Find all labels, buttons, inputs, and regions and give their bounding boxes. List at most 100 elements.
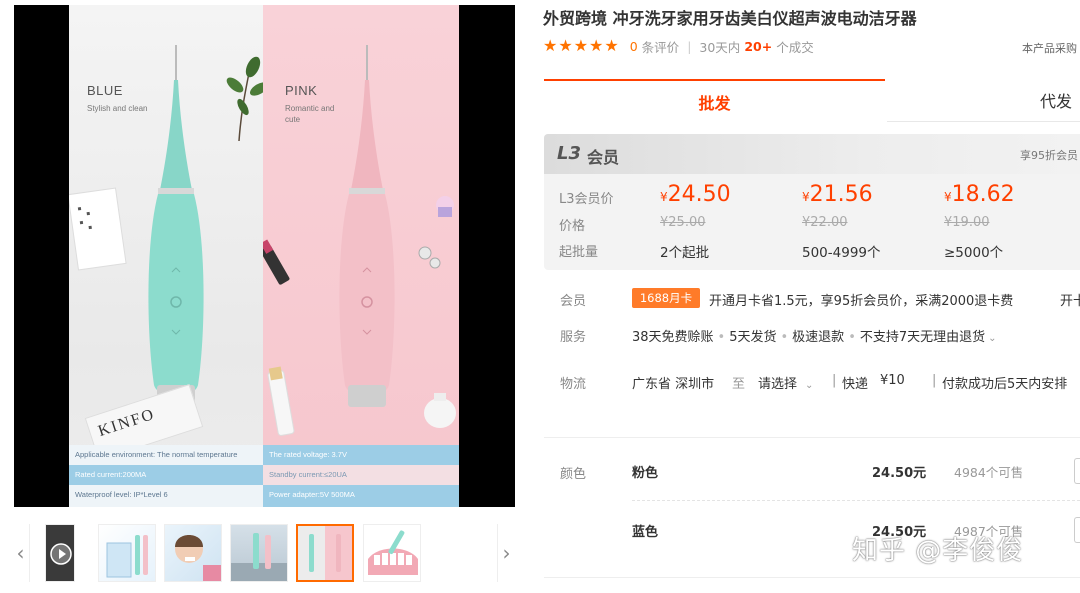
- tier-3-original-price: ¥19.00: [944, 215, 990, 230]
- quantity-stepper[interactable]: [1074, 517, 1080, 543]
- destination-value[interactable]: 请选择: [758, 377, 797, 392]
- gallery-next-button[interactable]: ›: [497, 524, 515, 582]
- currency-symbol: ¥: [944, 190, 952, 204]
- model-photo-icon: [175, 535, 221, 581]
- thumbnail-teeth[interactable]: [363, 524, 421, 582]
- blue-toothbrush-image: [148, 45, 204, 407]
- express-fee: ¥10: [880, 373, 905, 388]
- service-refund[interactable]: 极速退款: [792, 330, 844, 345]
- thumbnail-video[interactable]: [45, 524, 75, 582]
- currency-symbol: ¥: [802, 190, 810, 204]
- spec-power-adapter: Power adapter:5V 500MA: [263, 485, 459, 507]
- tier-1-price-value: 24.50: [667, 182, 731, 207]
- member-price-label: L3会员价: [559, 192, 614, 207]
- teapot-decoration-icon: [424, 393, 456, 428]
- tab-wholesale[interactable]: 批发: [544, 79, 885, 122]
- member-header: L3 会员 享95折会员: [544, 134, 1080, 174]
- service-list: 38天免费赊账 • 5天发货 • 极速退款 • 不支持7天无理由退货 ⌄: [632, 326, 997, 345]
- section-divider: [544, 577, 1080, 578]
- chevron-right-icon: ›: [502, 541, 511, 565]
- thumbnail-scene[interactable]: [230, 524, 288, 582]
- earring-decoration-icon: [418, 246, 441, 269]
- teeth-photo-icon: [368, 530, 418, 575]
- open-card-link[interactable]: 开卡: [1060, 290, 1080, 309]
- tier-1-member-price: ¥24.50: [660, 182, 731, 207]
- service-credit[interactable]: 38天免费赊账: [632, 330, 714, 345]
- gallery-prev-button[interactable]: ‹: [12, 524, 30, 582]
- blue-variant-panel: BLUE Stylish and clean KINFO Applicable …: [69, 5, 263, 507]
- thumbnail-box[interactable]: [98, 524, 156, 582]
- star-icon: ★: [543, 36, 558, 55]
- chevron-down-icon[interactable]: ⌄: [805, 380, 813, 391]
- tier-3-price-value: 18.62: [951, 182, 1015, 207]
- cupcake-decoration-icon: [436, 196, 454, 217]
- spec-environment: Applicable environment: The normal tempe…: [69, 445, 263, 465]
- product-box-icon: [106, 535, 148, 578]
- tier-2-batch: 500-4999个: [802, 245, 881, 261]
- member-row-label: 会员: [560, 294, 587, 309]
- perfume-decoration-icon: [267, 366, 295, 436]
- monthly-card-badge[interactable]: 1688月卡: [632, 288, 700, 308]
- ship-to-label: 至: [732, 377, 746, 392]
- sku-pink-stock: 4984个可售: [954, 465, 1024, 480]
- scene-photo-icon: [231, 533, 287, 581]
- magazine-title: KINFO: [96, 405, 158, 441]
- star-icon: ★: [589, 36, 604, 55]
- dot-separator: •: [848, 330, 856, 345]
- monthly-card-text: 开通月卡省1.5元，享95折会员价，采满2000退卡费: [709, 294, 1014, 309]
- play-icon: [50, 543, 72, 565]
- divider: |: [832, 373, 837, 388]
- tab-dropship[interactable]: 代发: [887, 79, 1080, 122]
- spec-waterproof: Waterproof level: IP*Level 6: [69, 485, 263, 507]
- currency-symbol: ¥: [660, 190, 668, 204]
- review-count[interactable]: 0: [630, 39, 638, 54]
- thumbnail-model[interactable]: [164, 524, 222, 582]
- sku-pink-price: 24.50元: [872, 466, 927, 481]
- spec-rated-voltage: The rated voltage: 3.7V: [263, 445, 459, 465]
- main-product-image[interactable]: BLUE Stylish and clean KINFO Applicable …: [14, 5, 515, 507]
- divider: |: [687, 38, 692, 54]
- chevron-left-icon: ‹: [16, 541, 25, 565]
- thumbnail-current[interactable]: [296, 524, 354, 582]
- ship-time-note: 付款成功后5天内安排: [942, 377, 1068, 392]
- star-icon: ★: [604, 36, 619, 55]
- member-label: 会员: [587, 148, 620, 167]
- service-row-label: 服务: [560, 330, 587, 345]
- deal-label: 个成交: [776, 39, 814, 55]
- rating-row: ★ ★ ★ ★ ★ 0 条评价 | 30天内 20+ 个成交: [543, 37, 814, 55]
- destination-select[interactable]: 请选择 ⌄: [758, 373, 813, 392]
- express-label: 快递: [842, 377, 869, 392]
- ship-origin: 广东省 深圳市: [632, 377, 715, 392]
- dot-separator: •: [717, 330, 726, 345]
- tier-2-price-value: 21.56: [809, 182, 873, 207]
- review-label[interactable]: 条评价: [642, 37, 680, 56]
- member-level-badge: L3: [557, 143, 581, 164]
- tier-2-member-price: ¥21.56: [802, 182, 873, 207]
- pink-panel-title: PINK: [285, 83, 318, 98]
- product-title: 外贸跨境 冲牙洗牙家用牙齿美白仪超声波电动洁牙器: [543, 9, 917, 28]
- divider: |: [932, 373, 937, 388]
- period-label: 30天内: [699, 39, 741, 55]
- plant-decoration-icon: [226, 56, 263, 142]
- deal-count: 20+: [744, 38, 773, 54]
- chevron-down-icon[interactable]: ⌄: [988, 333, 996, 344]
- sku-pink-name: 粉色: [632, 466, 659, 481]
- service-shipping[interactable]: 5天发货: [729, 330, 776, 345]
- member-discount-note[interactable]: 享95折会员: [1020, 147, 1078, 163]
- section-divider: [544, 437, 1080, 438]
- quantity-stepper[interactable]: [1074, 458, 1080, 484]
- batch-label: 起批量: [559, 245, 599, 260]
- price-box: L3 会员 享95折会员 L3会员价 价格 起批量 ¥24.50 ¥25.00 …: [544, 134, 1080, 270]
- star-icon: ★: [558, 36, 573, 55]
- price-label: 价格: [559, 219, 586, 234]
- sku-divider: [632, 500, 1080, 501]
- service-return[interactable]: 不支持7天无理由退货: [860, 330, 985, 345]
- tier-3-batch: ≥5000个: [944, 245, 1004, 261]
- spec-rated-current: Rated current:200MA: [69, 465, 263, 485]
- tier-1-original-price: ¥25.00: [660, 215, 706, 230]
- notebook-decoration-icon: [69, 187, 127, 271]
- zhihu-watermark: 知乎 @李俊俊: [852, 536, 1024, 566]
- tier-3-member-price: ¥18.62: [944, 182, 1015, 207]
- current-image-icon: [298, 526, 352, 580]
- tier-1-batch: 2个起批: [660, 245, 710, 261]
